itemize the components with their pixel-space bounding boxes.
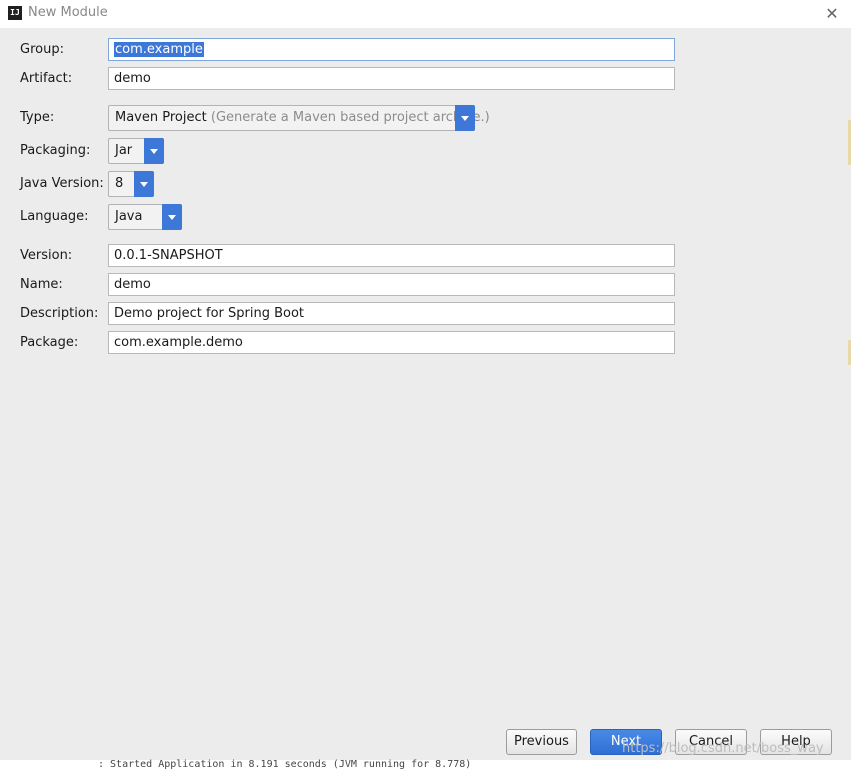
packaging-value: Jar bbox=[115, 143, 133, 158]
version-label: Version: bbox=[20, 248, 73, 263]
package-field[interactable]: com.example.demo bbox=[108, 331, 675, 354]
package-label: Package: bbox=[20, 335, 79, 350]
previous-button[interactable]: Previous bbox=[506, 729, 577, 755]
chevron-down-icon[interactable] bbox=[162, 204, 182, 230]
artifact-label: Artifact: bbox=[20, 71, 73, 86]
language-select[interactable]: Java bbox=[108, 204, 182, 230]
type-label: Type: bbox=[20, 110, 55, 125]
background-console-text: : Started Application in 8.191 seconds (… bbox=[98, 759, 472, 770]
type-value: Maven Project bbox=[115, 110, 207, 125]
chevron-down-icon[interactable] bbox=[134, 171, 154, 197]
group-value: com.example bbox=[114, 42, 204, 57]
chevron-down-icon[interactable] bbox=[144, 138, 164, 164]
previous-button-label: Previous bbox=[514, 734, 569, 749]
java-version-select[interactable]: 8 bbox=[108, 171, 154, 197]
java-version-value: 8 bbox=[115, 176, 124, 191]
name-label: Name: bbox=[20, 277, 63, 292]
type-select[interactable]: Maven Project (Generate a Maven based pr… bbox=[108, 105, 490, 131]
artifact-field[interactable]: demo bbox=[108, 67, 675, 90]
language-label: Language: bbox=[20, 209, 89, 224]
window-title: New Module bbox=[28, 5, 108, 20]
language-value: Java bbox=[115, 209, 143, 224]
description-field[interactable]: Demo project for Spring Boot bbox=[108, 302, 675, 325]
type-hint: (Generate a Maven based project archive.… bbox=[210, 110, 490, 125]
description-label: Description: bbox=[20, 306, 99, 321]
java-version-label: Java Version: bbox=[20, 176, 104, 191]
group-label: Group: bbox=[20, 42, 64, 57]
chevron-down-icon[interactable] bbox=[455, 105, 475, 131]
version-field[interactable]: 0.0.1-SNAPSHOT bbox=[108, 244, 675, 267]
title-bar: IJ New Module ✕ bbox=[0, 0, 851, 28]
intellij-app-icon: IJ bbox=[8, 6, 22, 20]
packaging-label: Packaging: bbox=[20, 143, 91, 158]
watermark: https://blog.csdn.net/boss_way bbox=[622, 741, 824, 756]
group-field[interactable]: com.example bbox=[108, 38, 675, 61]
close-icon[interactable]: ✕ bbox=[822, 4, 842, 24]
name-field[interactable]: demo bbox=[108, 273, 675, 296]
packaging-select[interactable]: Jar bbox=[108, 138, 164, 164]
